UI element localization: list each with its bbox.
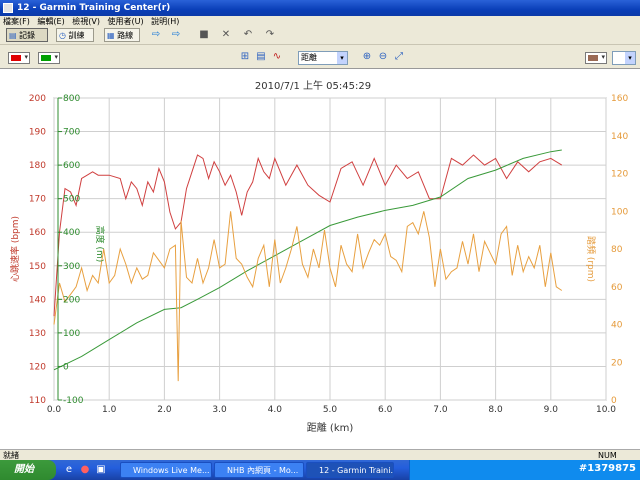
graph-toolbar: ▾ ▾ ⊞ ▤ ∿ 距離 ▾ ⊕ ⊖ ⤢ ▾ ▾ [0, 46, 640, 69]
workouts-icon: ◷ [59, 31, 69, 40]
redo-icon[interactable]: ↷ [264, 29, 276, 41]
x-tick-label: 6.0 [378, 405, 393, 415]
elevation-tick-label: 500 [63, 195, 80, 205]
x-axis-label: 距離 (km) [307, 421, 354, 434]
title-bar: 12 - Garmin Training Center(r) [0, 0, 640, 16]
heart-rate-axis-label: 心跳速率 (bpm) [9, 216, 21, 282]
x-tick-label: 1.0 [102, 405, 117, 415]
elevation-tick-label: 700 [63, 128, 80, 138]
hr-tick-label: 130 [29, 329, 46, 339]
receive-from-device-icon[interactable]: ⇨ [150, 29, 162, 41]
cadence-tick-label: 80 [611, 245, 623, 255]
elevation-tick-label: 600 [63, 161, 80, 171]
extra-select[interactable]: ▾ [612, 51, 636, 65]
menu-view[interactable]: 檢視(V) [72, 17, 100, 26]
grid-view-icon[interactable]: ⊞ [239, 51, 251, 63]
tab-history[interactable]: ▤ 記錄 [6, 28, 48, 42]
delete-icon[interactable]: ■ [198, 29, 210, 41]
cadence-tick-label: 40 [611, 321, 623, 331]
x-tick-label: 10.0 [596, 405, 616, 415]
quicklaunch-ie-icon[interactable]: e [63, 464, 75, 476]
tab-courses[interactable]: ▦ 路線 [104, 28, 140, 42]
cadence-tick-label: 60 [611, 283, 623, 293]
main-toolbar: ▤ 記錄 ◷ 訓練 ▦ 路線 ⇨ ⇨ ■ ✕ ↶ ↷ [0, 27, 640, 45]
history-icon: ▤ [9, 31, 20, 40]
elevation-tick-label: 0 [63, 362, 69, 372]
courses-icon: ▦ [107, 31, 118, 40]
cadence-tick-label: 20 [611, 358, 623, 368]
hr-tick-label: 140 [29, 295, 46, 305]
menu-user[interactable]: 使用者(U) [108, 17, 144, 26]
menu-help[interactable]: 說明(H) [151, 17, 179, 26]
elevation-tick-label: 800 [63, 94, 80, 104]
chart-panel: 2010/7/1 上午 05:45:29 0.0 1.0 2.0 3.0 4.0 5.0 6… [0, 68, 640, 449]
quicklaunch-media-icon[interactable]: ● [79, 464, 91, 476]
quicklaunch-desktop-icon[interactable]: ▣ [95, 464, 107, 476]
x-tick-label: 7.0 [433, 405, 448, 415]
x-tick-label: 0.0 [47, 405, 62, 415]
cadence-tick-label: 100 [611, 207, 628, 217]
chart-title: 2010/7/1 上午 05:45:29 [255, 79, 371, 92]
zoom-in-icon[interactable]: ⊕ [361, 51, 373, 63]
x-tick-label: 3.0 [212, 405, 227, 415]
x-tick-label: 4.0 [268, 405, 283, 415]
primary-color-picker[interactable]: ▾ [8, 52, 30, 64]
hr-tick-label: 190 [29, 128, 46, 138]
x-tick-label: 8.0 [488, 405, 503, 415]
tab-workouts[interactable]: ◷ 訓練 [56, 28, 94, 42]
training-chart[interactable]: 2010/7/1 上午 05:45:29 0.0 1.0 2.0 3.0 4.0 5.0 6… [0, 69, 640, 449]
hr-tick-label: 180 [29, 161, 46, 171]
send-to-device-icon[interactable]: ⇨ [170, 29, 182, 41]
zoom-out-icon[interactable]: ⊖ [377, 51, 389, 63]
x-tick-label: 9.0 [544, 405, 559, 415]
elevation-tick-label: 200 [63, 295, 80, 305]
elevation-tick-label: -100 [63, 396, 84, 406]
app-icon [3, 3, 13, 13]
stacked-view-icon[interactable]: ▤ [255, 51, 267, 63]
secondary-color-picker[interactable]: ▾ [38, 52, 60, 64]
x-tick-label: 2.0 [157, 405, 172, 415]
task-windows-live[interactable]: Windows Live Me... [120, 462, 212, 478]
menu-file[interactable]: 檔案(F) [3, 17, 30, 26]
cadence-tick-label: 120 [611, 170, 628, 180]
fit-view-icon[interactable]: ⤢ [393, 51, 405, 63]
hr-tick-label: 110 [29, 396, 46, 406]
system-tray: #1379875 [409, 460, 640, 480]
hr-tick-label: 150 [29, 262, 46, 272]
chevron-down-icon: ▾ [625, 52, 635, 64]
task-garmin[interactable]: 12 - Garmin Traini... [306, 462, 394, 478]
elevation-tick-label: 300 [63, 262, 80, 272]
background-color-picker[interactable]: ▾ [585, 52, 607, 64]
primary-color-swatch [11, 55, 21, 61]
taskbar: 開始 e ● ▣ Windows Live Me... NHB 內網頁 - Mo… [0, 460, 640, 480]
x-axis-select[interactable]: 距離 ▾ [298, 51, 348, 65]
chevron-down-icon: ▾ [337, 52, 347, 64]
close-icon[interactable]: ✕ [220, 29, 232, 41]
secondary-color-swatch [41, 55, 51, 61]
watermark-text: #1379875 [578, 463, 636, 474]
elevation-tick-label: 100 [63, 329, 80, 339]
start-button[interactable]: 開始 [0, 460, 56, 480]
undo-icon[interactable]: ↶ [242, 29, 254, 41]
window-title: 12 - Garmin Training Center(r) [17, 3, 171, 13]
cadence-axis-label: 踏頻 (rpm) [585, 236, 597, 282]
hr-tick-label: 120 [29, 362, 46, 372]
cadence-tick-label: 140 [611, 132, 628, 142]
hr-tick-label: 160 [29, 228, 46, 238]
menu-bar: 檔案(F) 編輯(E) 檢視(V) 使用者(U) 說明(H) [0, 16, 640, 27]
hr-tick-label: 200 [29, 94, 46, 104]
cadence-tick-label: 160 [611, 94, 628, 104]
cadence-tick-label: 0 [611, 396, 617, 406]
hr-tick-label: 170 [29, 195, 46, 205]
x-tick-label: 5.0 [323, 405, 338, 415]
line-graph-icon[interactable]: ∿ [271, 51, 283, 63]
elevation-tick-label: 400 [63, 228, 80, 238]
background-color-swatch [588, 55, 598, 61]
elevation-axis-label: 高度 (m) [94, 226, 106, 263]
task-browser[interactable]: NHB 內網頁 - Mo... [214, 462, 304, 478]
menu-edit[interactable]: 編輯(E) [37, 17, 64, 26]
